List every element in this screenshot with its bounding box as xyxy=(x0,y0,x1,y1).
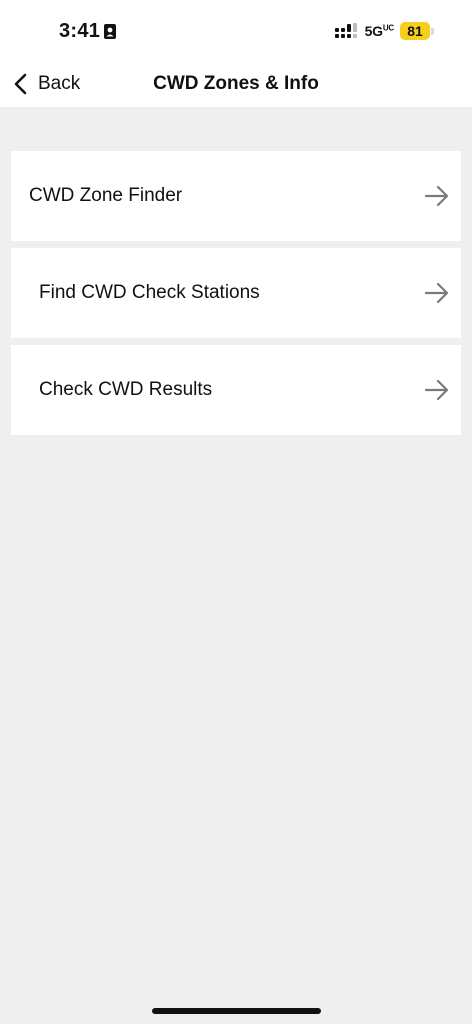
battery-icon: 81 xyxy=(400,22,434,40)
arrow-right-icon xyxy=(424,379,449,401)
menu-item-find-check-stations[interactable]: Find CWD Check Stations xyxy=(11,248,461,338)
status-time: 3:41 xyxy=(59,20,117,43)
menu-item-cwd-zone-finder[interactable]: CWD Zone Finder xyxy=(11,151,461,241)
back-label: Back xyxy=(38,73,81,94)
menu-list: CWD Zone Finder Find CWD Check Stations … xyxy=(11,151,461,435)
menu-item-label: CWD Zone Finder xyxy=(29,185,183,206)
battery-level: 81 xyxy=(400,22,430,40)
menu-item-label: Find CWD Check Stations xyxy=(39,282,260,303)
home-indicator[interactable] xyxy=(152,1008,321,1014)
arrow-right-icon xyxy=(424,282,449,304)
navigation-bar: CWD Zones & Info Back xyxy=(0,62,472,107)
menu-item-check-results[interactable]: Check CWD Results xyxy=(11,345,461,435)
id-card-icon xyxy=(104,24,117,39)
arrow-right-icon xyxy=(424,185,449,207)
status-time-text: 3:41 xyxy=(59,20,101,42)
network-label: 5GUC xyxy=(364,23,395,39)
back-button[interactable]: Back xyxy=(12,70,80,98)
cellular-signal-icon xyxy=(334,23,357,38)
battery-cap xyxy=(431,27,434,35)
status-bar: 3:41 5GUC 81 xyxy=(0,0,472,62)
status-indicators: 5GUC 81 xyxy=(334,22,434,40)
menu-item-label: Check CWD Results xyxy=(39,379,213,400)
chevron-left-icon xyxy=(14,73,27,95)
